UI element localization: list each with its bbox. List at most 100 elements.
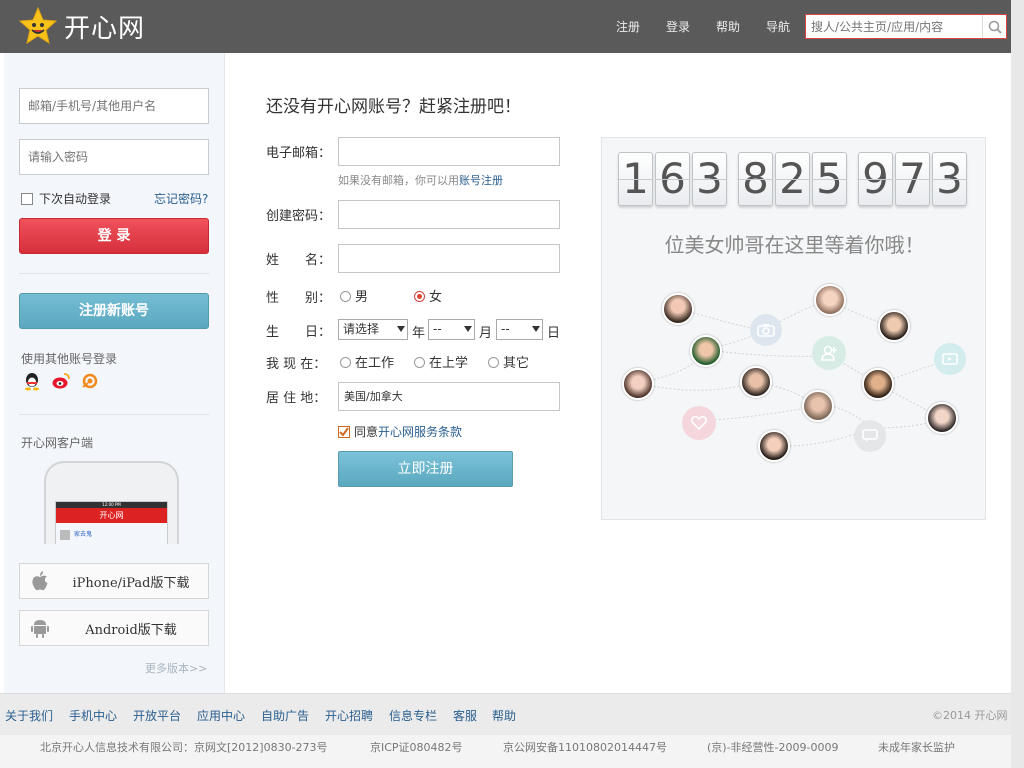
gender-male-radio[interactable] bbox=[340, 291, 351, 302]
camera-icon bbox=[750, 314, 782, 346]
status-school-option[interactable]: 在上学 bbox=[414, 352, 468, 371]
page-scrollbar[interactable] bbox=[1011, 0, 1024, 768]
android-download-label: Android版下载 bbox=[85, 622, 177, 638]
user-avatar[interactable] bbox=[622, 368, 654, 400]
search-button[interactable] bbox=[982, 15, 1006, 38]
nav-login-link[interactable]: 登录 bbox=[666, 18, 690, 35]
username-input[interactable] bbox=[19, 88, 209, 124]
nav-navigation-link[interactable]: 导航 bbox=[766, 18, 790, 35]
chevron-down-icon bbox=[464, 326, 472, 332]
status-school-radio[interactable] bbox=[414, 357, 425, 368]
legal-company: 北京开心人信息技术有限公司：京网文[2012]0830-273号 bbox=[40, 741, 328, 754]
birthday-label: 生 日： bbox=[266, 325, 332, 340]
day-select[interactable]: -- bbox=[496, 319, 543, 340]
email-hint: 如果没有邮箱，你可以用账号注册 bbox=[338, 172, 503, 188]
status-other-option[interactable]: 其它 bbox=[488, 352, 529, 371]
user-avatar[interactable] bbox=[862, 368, 894, 400]
month-select[interactable]: -- bbox=[428, 319, 475, 340]
chat-icon bbox=[854, 420, 886, 452]
legal-noncommercial: (京)-非经营性-2009-0009 bbox=[707, 741, 839, 754]
phone-avatar bbox=[60, 529, 70, 540]
legal-icp[interactable]: 京ICP证080482号 bbox=[370, 739, 463, 755]
user-avatar[interactable] bbox=[740, 366, 772, 398]
logo[interactable]: 开心网 bbox=[18, 6, 145, 46]
footer-link-mobile[interactable]: 手机中心 bbox=[69, 707, 117, 724]
divider bbox=[19, 414, 209, 415]
weibo-icon[interactable] bbox=[51, 371, 71, 391]
user-avatar[interactable] bbox=[926, 402, 958, 434]
residence-field[interactable]: 美国/加拿大 bbox=[338, 382, 560, 411]
submit-register-button[interactable]: 立即注册 bbox=[338, 451, 513, 487]
footer-link-info[interactable]: 信息专栏 bbox=[389, 707, 437, 724]
divider bbox=[19, 273, 209, 274]
residence-label: 居 住 地： bbox=[266, 391, 327, 406]
footer-link-jobs[interactable]: 开心招聘 bbox=[325, 707, 373, 724]
user-avatar[interactable] bbox=[878, 310, 910, 342]
more-versions-link[interactable]: 更多版本>> bbox=[145, 660, 207, 676]
counter-digit: 1 bbox=[618, 152, 653, 206]
login-button[interactable]: 登 录 bbox=[19, 218, 209, 254]
android-download-button[interactable]: Android版下载 bbox=[19, 610, 209, 646]
birthday-select[interactable]: 请选择 bbox=[338, 319, 408, 340]
name-label: 姓 名： bbox=[266, 253, 332, 268]
gender-male-option[interactable]: 男 bbox=[340, 286, 368, 305]
footer-link-about[interactable]: 关于我们 bbox=[5, 707, 53, 724]
legal-guardian[interactable]: 未成年家长监护 bbox=[878, 739, 955, 755]
password-input[interactable] bbox=[19, 139, 209, 175]
page-title: 还没有开心网账号？赶紧注册吧！ bbox=[266, 97, 521, 117]
status-work-option[interactable]: 在工作 bbox=[340, 352, 394, 371]
footer-nav: 关于我们 手机中心 开放平台 应用中心 自助广告 开心招聘 信息专栏 客服 帮助… bbox=[0, 693, 1011, 735]
status-work-label: 在工作 bbox=[355, 356, 395, 371]
legal-police[interactable]: 京公网安备11010802014447号 bbox=[503, 739, 667, 755]
logo-text: 开心网 bbox=[64, 13, 146, 44]
forgot-password-link[interactable]: 忘记密码? bbox=[154, 190, 208, 207]
email-label: 电子邮箱： bbox=[266, 146, 332, 161]
gender-female-option[interactable]: 女 bbox=[414, 286, 442, 305]
remember-login[interactable]: 下次自动登录 bbox=[21, 190, 111, 207]
iphone-download-button[interactable]: iPhone/iPad版下载 bbox=[19, 563, 209, 599]
footer-link-service[interactable]: 客服 bbox=[453, 707, 477, 724]
remember-checkbox[interactable] bbox=[21, 192, 33, 205]
gender-female-radio[interactable] bbox=[414, 291, 425, 302]
status-other-radio[interactable] bbox=[488, 357, 499, 368]
user-avatar[interactable] bbox=[814, 284, 846, 316]
agree-checkbox[interactable] bbox=[338, 425, 350, 438]
top-bar: 开心网 注册 登录 帮助 导航 bbox=[0, 0, 1011, 53]
qq-icon[interactable] bbox=[22, 371, 42, 391]
chevron-down-icon bbox=[397, 326, 405, 332]
email-hint-text: 如果没有邮箱，你可以用 bbox=[338, 174, 459, 187]
user-avatar[interactable] bbox=[758, 430, 790, 462]
counter-digit: 3 bbox=[692, 152, 727, 206]
user-avatar[interactable] bbox=[690, 335, 722, 367]
register-button[interactable]: 注册新账号 bbox=[19, 293, 209, 329]
name-field[interactable] bbox=[338, 244, 560, 273]
phone-list-item-text: 家去鬼 bbox=[74, 531, 93, 538]
social-login-icons bbox=[22, 371, 100, 391]
android-icon bbox=[31, 620, 49, 638]
footer-link-apps[interactable]: 应用中心 bbox=[197, 707, 245, 724]
iphone-download-label: iPhone/iPad版下载 bbox=[72, 575, 190, 591]
counter-digit: 3 bbox=[932, 152, 967, 206]
tencent-weibo-icon[interactable] bbox=[80, 371, 100, 391]
footer-link-help[interactable]: 帮助 bbox=[492, 707, 516, 724]
account-register-link[interactable]: 账号注册 bbox=[459, 174, 503, 187]
remember-label: 下次自动登录 bbox=[39, 192, 112, 206]
email-field[interactable] bbox=[338, 137, 560, 166]
checkmark-icon bbox=[339, 426, 349, 437]
user-avatar[interactable] bbox=[662, 293, 694, 325]
status-work-radio[interactable] bbox=[340, 357, 351, 368]
footer-link-open-platform[interactable]: 开放平台 bbox=[133, 707, 181, 724]
password-label: 创建密码： bbox=[266, 209, 332, 224]
counter-digit: 8 bbox=[738, 152, 773, 206]
footer-link-ads[interactable]: 自助广告 bbox=[261, 707, 309, 724]
password-field[interactable] bbox=[338, 200, 560, 229]
nav-help-link[interactable]: 帮助 bbox=[716, 18, 740, 35]
apple-icon bbox=[32, 571, 48, 591]
search-input[interactable] bbox=[806, 15, 982, 38]
terms-link[interactable]: 开心网服务条款 bbox=[378, 423, 462, 440]
year-unit: 年 bbox=[412, 326, 426, 341]
nav-register-link[interactable]: 注册 bbox=[616, 18, 640, 35]
phone-screen: 12:00 PM 开心网 家去鬼 bbox=[55, 501, 168, 544]
status-school-label: 在上学 bbox=[429, 356, 469, 371]
user-avatar[interactable] bbox=[802, 390, 834, 422]
